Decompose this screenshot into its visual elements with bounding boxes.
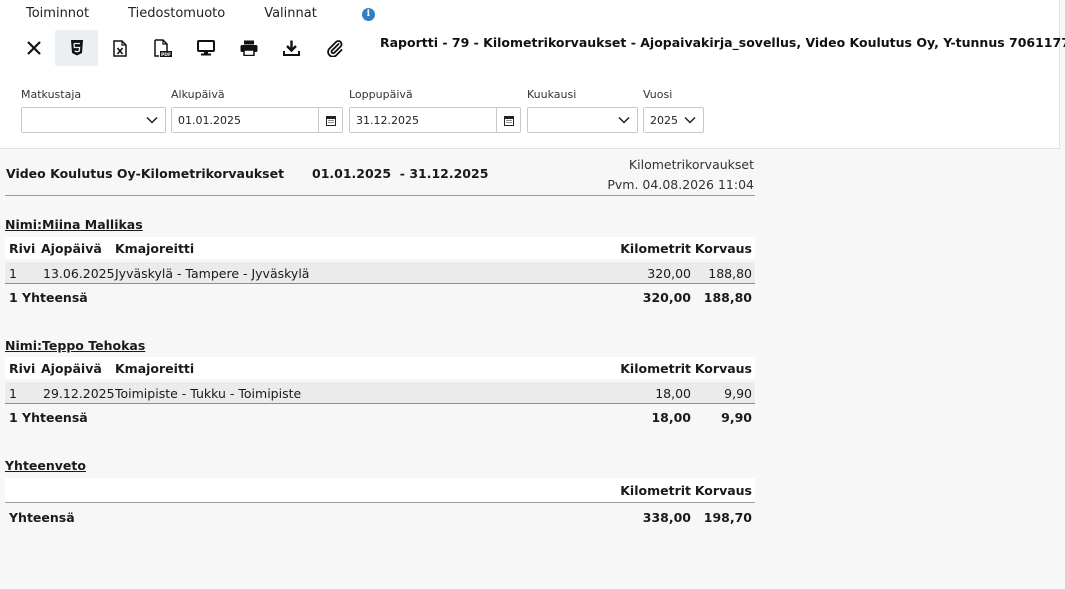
total-korvaus: 188,80: [703, 290, 752, 305]
kuukausi-select[interactable]: [527, 107, 638, 133]
col-korvaus: Korvaus: [694, 361, 752, 376]
group-name: Nimi:Teppo Tehokas: [5, 338, 146, 353]
menu-toiminnot[interactable]: Toiminnot: [26, 6, 89, 21]
loppupaiva-calendar-button[interactable]: [496, 108, 520, 132]
cell-kmajoreitti: Jyväskylä - Tampere - Jyväskylä: [115, 266, 310, 281]
total-kilometrit: 320,00: [642, 290, 691, 305]
menu-valinnat[interactable]: Valinnat i: [264, 6, 414, 21]
col-ajopaiva: Ajopäivä: [41, 241, 102, 256]
report-title: Raportti - 79 - Kilometrikorvaukset - Aj…: [380, 35, 1065, 53]
chevron-down-icon: [684, 116, 696, 124]
summary-col-kilometrit: Kilometrit: [620, 483, 691, 498]
matkustaja-select[interactable]: [21, 107, 166, 133]
print-button[interactable]: [227, 30, 270, 66]
vuosi-label: Vuosi: [643, 88, 673, 101]
cell-kilometrit: 320,00: [647, 266, 691, 281]
col-ajopaiva: Ajopäivä: [41, 361, 102, 376]
cell-ajopaiva: 13.06.2025: [43, 266, 115, 281]
report-right-title: Kilometrikorvaukset: [628, 157, 754, 172]
download-button[interactable]: [270, 30, 313, 66]
html5-icon: [70, 40, 83, 56]
total-kilometrit: 18,00: [651, 410, 691, 425]
html-export-button[interactable]: [55, 30, 98, 66]
chevron-down-icon: [618, 116, 630, 124]
pdf-export-button[interactable]: PDF: [141, 30, 184, 66]
group-total-row: 1 Yhteensä 320,00 188,80: [5, 286, 755, 308]
cell-ajopaiva: 29.12.2025: [43, 386, 115, 401]
alkupaiva-value: 01.01.2025: [178, 114, 241, 127]
summary-total-kilometrit: 338,00: [642, 510, 691, 525]
menu-bar: Toiminnot Tiedostomuoto Valinnat i: [26, 6, 414, 21]
vuosi-value: 2025: [650, 114, 678, 127]
print-icon: [240, 40, 257, 56]
loppupaiva-label: Loppupäivä: [349, 88, 413, 101]
summary-header: Kilometrit Korvaus: [5, 478, 755, 503]
report-print-date: Pvm. 04.08.2026 11:04: [607, 177, 754, 192]
col-kilometrit: Kilometrit: [620, 241, 691, 256]
cell-korvaus: 188,80: [708, 266, 752, 281]
summary-col-korvaus: Korvaus: [694, 483, 752, 498]
monitor-icon: [196, 40, 215, 56]
summary-total-korvaus: 198,70: [703, 510, 752, 525]
report-date-range: 01.01.2025 - 31.12.2025: [312, 166, 489, 181]
col-rivi: Rivi: [9, 241, 36, 256]
col-kmajoreitti: Kmajoreitti: [115, 361, 195, 376]
cell-rivi: 1: [9, 266, 17, 281]
pdf-icon: PDF: [153, 38, 172, 58]
cell-kilometrit: 18,00: [655, 386, 691, 401]
screen-view-button[interactable]: [184, 30, 227, 66]
menu-valinnat-label[interactable]: Valinnat: [264, 6, 317, 21]
toolbar-panel: Toiminnot Tiedostomuoto Valinnat i PDF Ra…: [0, 0, 1065, 149]
cell-rivi: 1: [9, 386, 17, 401]
download-icon: [283, 40, 300, 56]
header-divider: [5, 195, 755, 196]
summary-title: Yhteenveto: [5, 458, 86, 473]
calendar-icon: [503, 115, 514, 126]
cell-kmajoreitti: Toimipiste - Tukku - Toimipiste: [115, 386, 302, 401]
kuukausi-label: Kuukausi: [527, 88, 577, 101]
calendar-icon: [325, 115, 336, 126]
alkupaiva-label: Alkupäivä: [171, 88, 225, 101]
alkupaiva-calendar-button[interactable]: [318, 108, 342, 132]
vuosi-select[interactable]: 2025: [643, 107, 704, 133]
summary-total-label: Yhteensä: [9, 510, 75, 525]
close-icon: [26, 41, 41, 55]
toolbar-icons: PDF: [12, 30, 356, 66]
close-button[interactable]: [12, 30, 55, 66]
table-row: 1 13.06.2025 Jyväskylä - Tampere - Jyväs…: [5, 262, 755, 284]
menu-tiedostomuoto[interactable]: Tiedostomuoto: [128, 6, 225, 21]
report-title-text: Raportti - 79 - Kilometrikorvaukset - Aj…: [380, 35, 1065, 50]
svg-text:PDF: PDF: [160, 52, 170, 58]
cell-korvaus: 9,90: [724, 386, 752, 401]
matkustaja-label: Matkustaja: [21, 88, 82, 101]
info-icon[interactable]: i: [361, 8, 375, 21]
chevron-down-icon: [146, 116, 158, 124]
loppupaiva-input[interactable]: 31.12.2025: [349, 107, 521, 133]
total-label: 1 Yhteensä: [9, 290, 88, 305]
attachment-icon: [326, 40, 342, 57]
loppupaiva-value: 31.12.2025: [356, 114, 419, 127]
col-kilometrit: Kilometrit: [620, 361, 691, 376]
excel-icon: [112, 39, 127, 57]
table-row: 1 29.12.2025 Toimipiste - Tukku - Toimip…: [5, 382, 755, 404]
total-korvaus: 9,90: [721, 410, 752, 425]
excel-export-button[interactable]: [98, 30, 141, 66]
alkupaiva-input[interactable]: 01.01.2025: [171, 107, 343, 133]
attachment-button[interactable]: [313, 30, 356, 66]
total-label: 1 Yhteensä: [9, 410, 88, 425]
table-header: Rivi Ajopäivä Kmajoreitti Kilometrit Kor…: [5, 237, 755, 259]
table-header: Rivi Ajopäivä Kmajoreitti Kilometrit Kor…: [5, 357, 755, 379]
group-total-row: 1 Yhteensä 18,00 9,90: [5, 406, 755, 428]
col-kmajoreitti: Kmajoreitti: [115, 241, 195, 256]
group-name: Nimi:Miina Mallikas: [5, 217, 143, 232]
report-heading: Video Koulutus Oy-Kilometrikorvaukset: [6, 166, 285, 181]
col-korvaus: Korvaus: [694, 241, 752, 256]
summary-total-row: Yhteensä 338,00 198,70: [5, 506, 755, 528]
col-rivi: Rivi: [9, 361, 36, 376]
